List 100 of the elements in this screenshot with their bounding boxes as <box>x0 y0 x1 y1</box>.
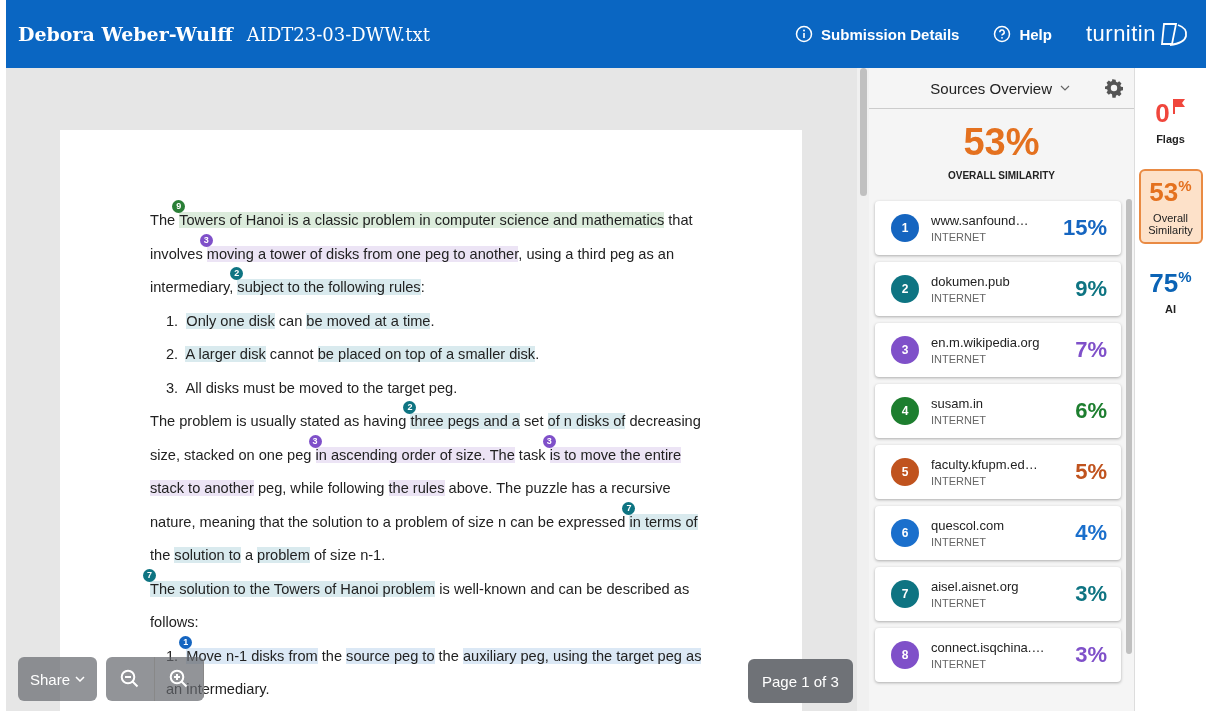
highlighted-text[interactable]: stack to another <box>150 480 254 496</box>
source-percent: 9% <box>1075 276 1107 302</box>
highlighted-text[interactable]: Only one disk <box>186 312 275 329</box>
source-marker[interactable]: 3 <box>199 233 213 247</box>
highlighted-text[interactable]: Towers of Hanoi is a classic problem in computer science and mathematics <box>179 212 665 228</box>
source-type: INTERNET <box>931 292 987 304</box>
overall-similarity-percent: 53% <box>962 121 1041 164</box>
source-name: aisel.aisnet.org <box>931 579 1020 594</box>
source-card[interactable]: 5 faculty.kfupm.ed… INTERNET 5% <box>875 445 1121 499</box>
source-percent: 15% <box>1062 215 1107 241</box>
source-number: 4 <box>891 397 919 425</box>
score-value: 0 <box>1155 98 1170 129</box>
logo-icon <box>1158 21 1190 47</box>
chevron-down-icon <box>1060 85 1070 91</box>
source-number: 3 <box>891 336 919 364</box>
source-type: INTERNET <box>931 658 987 670</box>
chevron-down-icon <box>75 676 86 682</box>
score-tab[interactable]: 53$^{%}$ Overall Similarity <box>1138 169 1203 244</box>
list-item: 1. Only one disk can be moved at a time. <box>165 311 436 331</box>
source-card[interactable]: 1 www.sanfound… INTERNET 15% <box>875 201 1121 255</box>
source-name: en.m.wikipedia.org <box>931 335 1041 350</box>
highlighted-text[interactable]: The solution to the Towers of Hanoi problem <box>150 580 436 597</box>
source-card[interactable]: 8 connect.isqchina.… INTERNET 3% <box>875 628 1121 682</box>
highlighted-text[interactable]: the rules <box>388 480 445 496</box>
source-percent: 7% <box>1075 337 1107 363</box>
source-type: INTERNET <box>931 414 987 426</box>
source-marker[interactable]: 2 <box>403 401 417 415</box>
page-indicator: Page 1 of 3 <box>748 659 853 703</box>
highlighted-text[interactable]: three pegs and a <box>410 413 520 429</box>
scrollbar-thumb[interactable] <box>1126 199 1132 654</box>
source-number: 5 <box>891 458 919 486</box>
highlighted-text[interactable]: in terms of <box>629 513 698 530</box>
info-icon <box>795 25 814 43</box>
list-item: 3. All disks must be moved to the target peg. <box>165 378 459 398</box>
score-label: Overall Similarity <box>1147 212 1194 236</box>
source-type: INTERNET <box>931 231 987 243</box>
source-card[interactable]: 6 quescol.com INTERNET 4% <box>875 506 1121 560</box>
highlighted-text[interactable]: A larger disk <box>185 346 266 362</box>
highlighted-text[interactable]: be moved at a time <box>306 312 431 329</box>
source-marker[interactable]: 7 <box>622 501 636 515</box>
author-name: Debora Weber-Wulff <box>18 23 233 45</box>
score-tab[interactable]: 0 Flags <box>1138 90 1203 153</box>
source-card[interactable]: 4 susam.in INTERNET 6% <box>875 384 1121 438</box>
source-percent: 4% <box>1075 520 1107 546</box>
settings-icon[interactable] <box>1104 78 1124 98</box>
source-marker[interactable]: 9 <box>172 200 186 214</box>
source-marker[interactable]: 3 <box>308 434 322 448</box>
zoom-out-button[interactable] <box>106 657 155 701</box>
header-link[interactable]: Submission Details <box>795 25 960 43</box>
source-type: INTERNET <box>931 475 987 487</box>
source-marker[interactable]: 2 <box>230 267 244 281</box>
source-marker[interactable]: 3 <box>542 434 556 448</box>
highlighted-text[interactable]: in ascending order of size. The <box>315 446 515 463</box>
highlighted-text[interactable]: moving a tower of disks from one peg to another <box>206 245 519 262</box>
score-label: AI <box>1165 303 1176 315</box>
list-item: 2. A larger disk cannot be placed on top of a smaller disk. <box>165 345 541 364</box>
logo: turnitin <box>1085 21 1156 47</box>
highlighted-text[interactable]: solution to <box>174 547 241 563</box>
source-name: www.sanfound… <box>931 213 1030 228</box>
help-icon <box>993 25 1012 43</box>
source-name: susam.in <box>931 396 985 411</box>
highlighted-text[interactable]: is to move the entire <box>549 446 682 463</box>
source-percent: 5% <box>1075 459 1107 485</box>
scrollbar-thumb[interactable] <box>859 68 867 196</box>
highlighted-text[interactable]: of n disks of <box>547 413 626 429</box>
file-name: AIDT23-03-DWW.txt <box>246 23 430 45</box>
source-name: faculty.kfupm.ed… <box>931 457 1039 472</box>
highlighted-text[interactable]: Move n-1 disks from <box>186 647 318 664</box>
highlighted-text[interactable]: subject to the following rules <box>237 279 421 295</box>
source-name: quescol.com <box>931 518 1005 533</box>
source-card[interactable]: 3 en.m.wikipedia.org INTERNET 7% <box>875 323 1121 377</box>
source-type: INTERNET <box>931 536 987 548</box>
overall-similarity-label: OVERALL SIMILARITY <box>946 170 1056 181</box>
highlighted-text[interactable]: auxiliary peg, using the target peg as <box>462 647 702 664</box>
source-card[interactable]: 2 dokumen.pub INTERNET 9% <box>875 262 1121 316</box>
source-number: 2 <box>891 275 919 303</box>
source-card[interactable]: 7 aisel.aisnet.org INTERNET 3% <box>875 567 1121 621</box>
highlighted-text[interactable]: problem <box>257 547 310 563</box>
score-tab[interactable]: 75$^{%}$ AI <box>1138 260 1203 323</box>
score-label: Flags <box>1156 133 1185 145</box>
score-value: 75$^{%}$ <box>1149 268 1192 299</box>
source-marker[interactable]: 1 <box>179 635 193 649</box>
source-marker[interactable]: 7 <box>143 568 156 582</box>
source-percent: 6% <box>1075 398 1107 424</box>
score-value: 53$^{%}$ <box>1149 177 1192 208</box>
view-dropdown[interactable]: Sources Overview <box>924 78 1076 98</box>
zoom-out-icon <box>120 669 140 689</box>
flag-icon <box>1171 98 1186 114</box>
source-type: INTERNET <box>931 597 987 609</box>
source-number: 1 <box>891 214 919 242</box>
header-link[interactable]: Help <box>993 25 1052 43</box>
source-percent: 3% <box>1075 642 1107 668</box>
source-name: dokumen.pub <box>931 274 1011 289</box>
source-percent: 3% <box>1075 581 1107 607</box>
source-number: 6 <box>891 519 919 547</box>
source-number: 8 <box>891 641 919 669</box>
source-number: 7 <box>891 580 919 608</box>
source-name: connect.isqchina.… <box>931 640 1046 655</box>
highlighted-text[interactable]: source peg to <box>346 647 435 664</box>
source-type: INTERNET <box>931 353 987 365</box>
